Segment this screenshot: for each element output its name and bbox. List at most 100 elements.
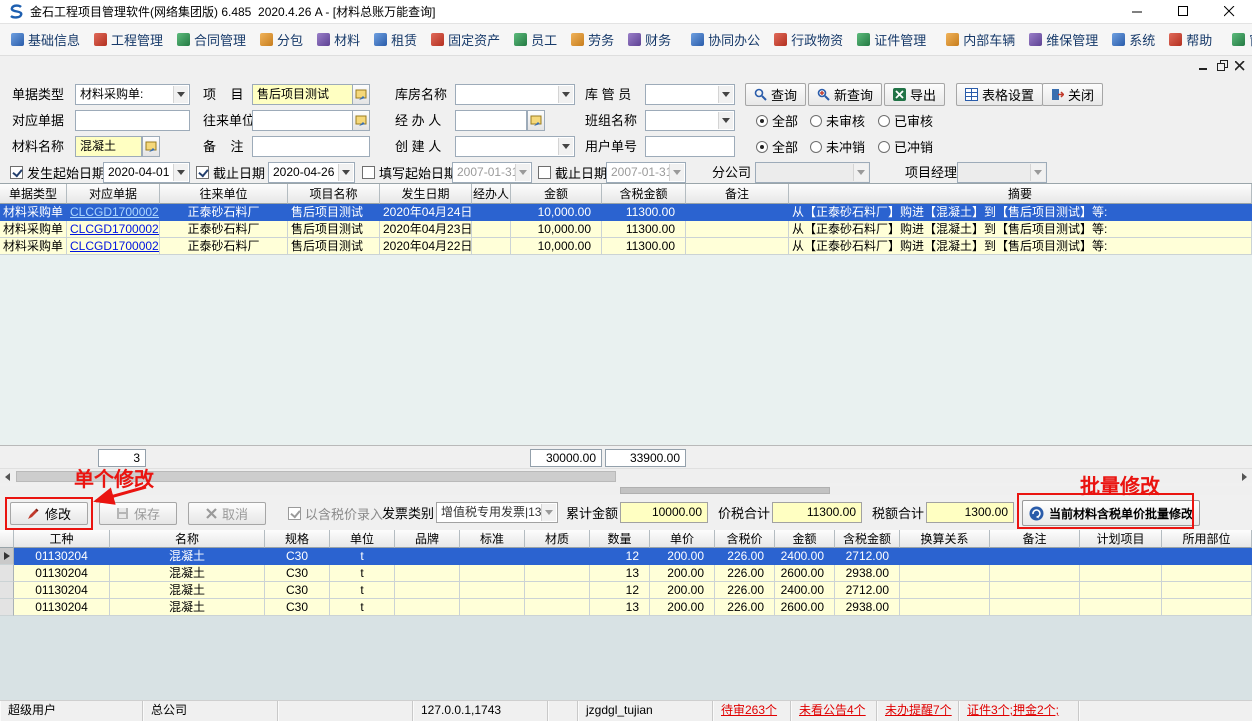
vendor-lookup-icon[interactable] (352, 110, 370, 131)
column-header[interactable]: 金额 (775, 530, 835, 548)
save-button[interactable]: 保存 (99, 502, 177, 525)
cumulative-amount-field[interactable]: 10000.00 (620, 502, 708, 523)
maximize-button[interactable] (1160, 0, 1206, 23)
column-header[interactable]: 备注 (686, 184, 789, 204)
writeoff-radio-done[interactable]: 已冲销 (878, 136, 933, 157)
column-header[interactable]: 规格 (265, 530, 330, 548)
scroll-left-icon[interactable] (0, 470, 15, 483)
entry-end-date-select[interactable]: 2007-01-31 (606, 162, 686, 183)
project-lookup-icon[interactable] (352, 84, 370, 105)
column-header[interactable]: 金额 (511, 184, 602, 204)
doc-link[interactable]: CLCGD170000215 (70, 239, 160, 253)
menu-item[interactable]: 工程管理 (87, 24, 170, 56)
menu-item[interactable]: 分包 (253, 24, 310, 56)
column-header[interactable]: 名称 (110, 530, 265, 548)
chevron-down-icon[interactable] (541, 504, 556, 521)
column-header[interactable]: 数量 (590, 530, 650, 548)
chevron-down-icon[interactable] (173, 86, 188, 103)
column-header[interactable]: 含税金额 (835, 530, 900, 548)
menu-item[interactable]: 维保管理 (1022, 24, 1105, 56)
doc-link[interactable]: CLCGD170000213 (70, 205, 160, 219)
unread-notices-link[interactable]: 未看公告4个 (799, 703, 866, 717)
invoice-type-select[interactable]: 增值税专用发票|13% (436, 502, 558, 523)
chevron-down-icon[interactable] (173, 164, 188, 181)
mdi-close-button[interactable] (1232, 58, 1248, 73)
writeoff-radio-open[interactable]: 未冲销 (810, 136, 865, 157)
menu-item[interactable]: 行政物资 (767, 24, 850, 56)
writeoff-radio-all[interactable]: 全部 (756, 136, 798, 157)
manager-select[interactable] (957, 162, 1047, 183)
menu-item[interactable]: 基础信息 (4, 24, 87, 56)
menu-item[interactable]: 帮助 (1162, 24, 1219, 56)
menu-item[interactable]: 员工 (507, 24, 564, 56)
chevron-down-icon[interactable] (338, 164, 353, 181)
grid-setup-button[interactable]: 表格设置 (956, 83, 1043, 106)
audit-radio-all[interactable]: 全部 (756, 110, 798, 131)
menu-item[interactable]: 劳务 (564, 24, 621, 56)
row-selector[interactable] (0, 599, 14, 616)
chevron-down-icon[interactable] (515, 164, 530, 181)
chevron-down-icon[interactable] (853, 164, 868, 181)
scroll-right-icon[interactable] (1237, 470, 1252, 483)
total-with-tax-field[interactable]: 11300.00 (772, 502, 862, 523)
menu-item[interactable]: 协同办公 (684, 24, 767, 56)
audit-radio-unaudited[interactable]: 未审核 (810, 110, 865, 131)
entry-start-date-select[interactable]: 2007-01-31 (452, 162, 532, 183)
start-date-select[interactable]: 2020-04-01 (103, 162, 190, 183)
column-header[interactable]: 摘要 (789, 184, 1252, 204)
entry-start-date-checkbox[interactable]: 填写起始日期 (362, 162, 457, 183)
doc-type-select[interactable]: 材料采购单: (75, 84, 190, 105)
close-view-button[interactable]: 关闭 (1042, 83, 1103, 106)
row-selector[interactable] (0, 582, 14, 599)
warehouse-select[interactable] (455, 84, 575, 105)
scrollbar-thumb[interactable] (620, 487, 830, 494)
menu-item[interactable]: 内部车辆 (939, 24, 1022, 56)
doc-link[interactable]: CLCGD170000214 (70, 222, 160, 236)
table-row[interactable]: 材料采购单 CLCGD170000215 正泰砂石料厂 售后项目测试 2020年… (0, 238, 1252, 255)
pending-reminders-link[interactable]: 未办提醒7个 (885, 703, 952, 717)
column-header[interactable]: 工种 (14, 530, 110, 548)
column-header[interactable]: 往来单位 (160, 184, 288, 204)
master-grid-hscrollbar[interactable] (0, 468, 1252, 483)
agent-input[interactable] (455, 110, 527, 131)
column-header[interactable]: 发生日期 (380, 184, 472, 204)
menu-item[interactable]: 合同管理 (170, 24, 253, 56)
chevron-down-icon[interactable] (1030, 164, 1045, 181)
column-header[interactable]: 计划项目 (1080, 530, 1162, 548)
keeper-select[interactable] (645, 84, 735, 105)
menu-item[interactable]: 财务 (621, 24, 678, 56)
table-row[interactable]: 01130204 混凝土 C30 t 12 200.00 226.00 2400… (0, 582, 1252, 599)
menu-item[interactable]: 固定资产 (424, 24, 507, 56)
chevron-down-icon[interactable] (718, 86, 733, 103)
entry-end-date-checkbox[interactable]: 截止日期 (538, 162, 607, 183)
column-header[interactable]: 单位 (330, 530, 395, 548)
chevron-down-icon[interactable] (669, 164, 684, 181)
table-row[interactable]: 材料采购单 CLCGD170000213 正泰砂石料厂 售后项目测试 2020年… (0, 204, 1252, 221)
new-query-button[interactable]: 新查询 (808, 83, 882, 106)
column-header[interactable]: 材质 (525, 530, 590, 548)
column-header[interactable]: 单价 (650, 530, 715, 548)
column-header[interactable]: 经办人 (472, 184, 511, 204)
menu-item[interactable]: 租赁 (367, 24, 424, 56)
agent-lookup-icon[interactable] (527, 110, 545, 131)
table-row[interactable]: 材料采购单 CLCGD170000214 正泰砂石料厂 售后项目测试 2020年… (0, 221, 1252, 238)
note-input[interactable] (252, 136, 370, 157)
column-header[interactable]: 换算关系 (900, 530, 990, 548)
batch-modify-button[interactable]: 当前材料含税单价批量修改 (1022, 500, 1200, 526)
start-date-checkbox[interactable]: 发生起始日期 (10, 162, 105, 183)
tax-total-field[interactable]: 1300.00 (926, 502, 1014, 523)
chevron-down-icon[interactable] (558, 86, 573, 103)
minimize-button[interactable] (1114, 0, 1160, 23)
team-select[interactable] (645, 110, 735, 131)
column-header[interactable]: 所用部位 (1162, 530, 1252, 548)
query-button[interactable]: 查询 (745, 83, 806, 106)
ref-doc-input[interactable] (75, 110, 190, 131)
column-header[interactable]: 单据类型 (0, 184, 67, 204)
chevron-down-icon[interactable] (558, 138, 573, 155)
audit-radio-audited[interactable]: 已审核 (878, 110, 933, 131)
cancel-button[interactable]: 取消 (188, 502, 266, 525)
column-header[interactable]: 标准 (460, 530, 525, 548)
column-header[interactable]: 品牌 (395, 530, 460, 548)
detail-grid-hscrollbar[interactable] (0, 486, 1252, 495)
table-row[interactable]: 01130204 混凝土 C30 t 12 200.00 226.00 2400… (0, 548, 1252, 565)
